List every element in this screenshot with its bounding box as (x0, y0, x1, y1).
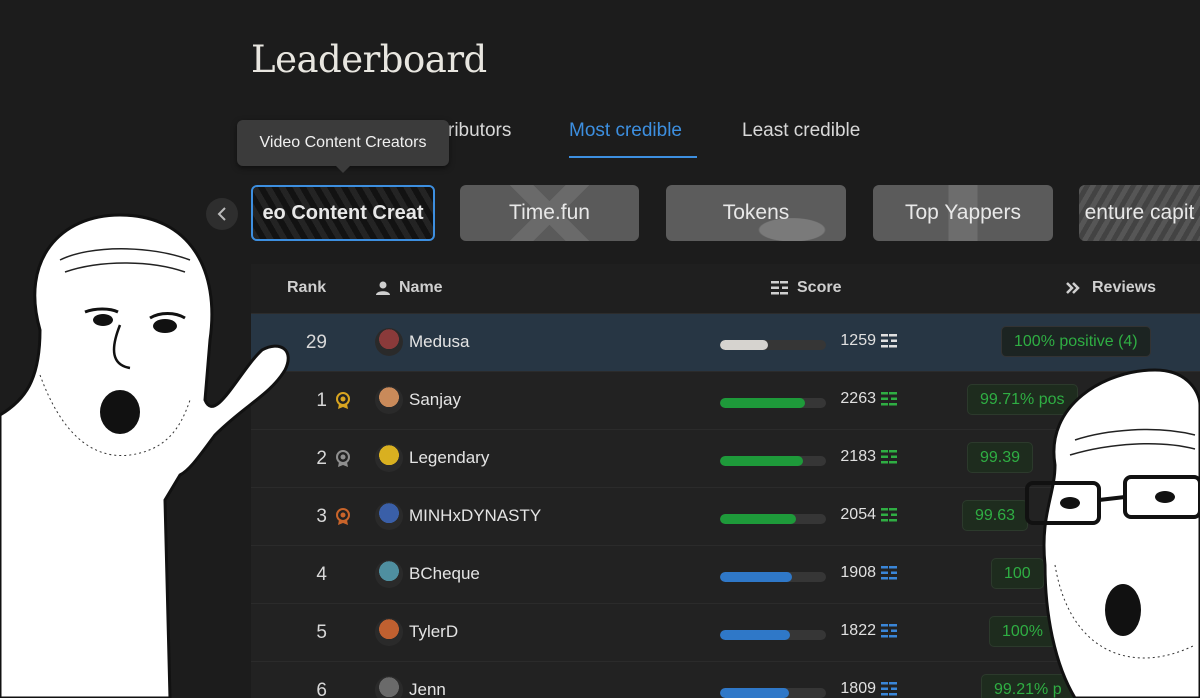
score-header-label: Score (797, 279, 842, 296)
user-name[interactable]: Jenn (409, 680, 446, 698)
tab-most-credible[interactable]: Most credible (569, 120, 682, 142)
score-bar (720, 688, 826, 698)
person-icon (376, 281, 390, 295)
avatar[interactable] (375, 618, 403, 646)
review-badge[interactable]: 99.39 (967, 442, 1034, 473)
score-icon (881, 334, 897, 348)
user-name[interactable]: Legendary (409, 448, 489, 468)
avatar[interactable] (375, 386, 403, 414)
avatar[interactable] (375, 328, 403, 356)
category-time-fun[interactable]: Time.fun (460, 185, 639, 241)
avatar[interactable] (375, 676, 403, 698)
score-bar-fill (720, 514, 797, 524)
rank-value: 6 (316, 680, 327, 698)
score-icon (881, 682, 897, 696)
score-icon (881, 392, 897, 406)
score-value: 1259 (840, 332, 876, 349)
category-label: Top Yappers (905, 201, 1021, 224)
column-name[interactable]: Name (375, 279, 443, 297)
silver-medal-icon (336, 450, 350, 467)
tab-top-contributors[interactable]: ributors (448, 120, 511, 142)
rank-value: 3 (316, 506, 327, 527)
avatar[interactable] (375, 502, 403, 530)
score-bar (720, 572, 826, 582)
user-name[interactable]: BCheque (409, 564, 480, 584)
table-row[interactable]: 1 Sanjay 2263 99.71% pos (251, 372, 1200, 430)
score-icon (771, 281, 788, 295)
review-badge[interactable]: 99.21% p (981, 674, 1075, 698)
avatar[interactable] (375, 560, 403, 588)
table-row[interactable]: 29 Medusa 1259 100% positive (4) (251, 314, 1200, 372)
review-badge[interactable]: 99.63 (962, 500, 1029, 531)
score-bar (720, 340, 826, 350)
score-bar-fill (720, 688, 789, 698)
score-icon (881, 450, 897, 464)
column-score[interactable]: Score (771, 279, 841, 297)
score-bar (720, 398, 826, 408)
review-badge[interactable]: 100% (989, 616, 1056, 647)
score-value: 2263 (840, 390, 876, 407)
score-bar-fill (720, 572, 793, 582)
review-badge[interactable]: 99.71% pos (967, 384, 1078, 415)
table-row[interactable]: 4 BCheque 1908 100 (251, 546, 1200, 604)
user-name[interactable]: TylerD (409, 622, 458, 642)
review-badge[interactable]: 100 (991, 558, 1044, 589)
active-tab-indicator (569, 156, 697, 158)
reviews-icon (1066, 282, 1080, 294)
table-row[interactable]: 3 MINHxDYNASTY 2054 99.63 (251, 488, 1200, 546)
category-label: Tokens (722, 201, 790, 224)
rank-header-label: Rank (287, 279, 327, 296)
rank-value: 29 (305, 332, 327, 353)
category-tooltip: Video Content Creators (237, 120, 449, 173)
score-bar-fill (720, 456, 803, 466)
score-bar-fill (720, 398, 805, 408)
rank-value: 5 (316, 622, 327, 643)
user-name[interactable]: Medusa (409, 332, 469, 352)
bronze-medal-icon (336, 508, 350, 525)
carousel-prev-button[interactable] (206, 198, 238, 230)
user-name[interactable]: MINHxDYNASTY (409, 506, 541, 526)
name-header-label: Name (399, 279, 443, 296)
score-bar (720, 456, 826, 466)
leaderboard-table: Rank Name Score Reviews 29 Medusa 1259 100%… (251, 264, 1200, 698)
reviews-header-label: Reviews (1092, 279, 1157, 296)
column-reviews[interactable]: Reviews (1066, 279, 1156, 297)
category-label: enture capit (1084, 201, 1195, 224)
score-bar-fill (720, 340, 768, 350)
score-value: 1809 (840, 680, 876, 697)
table-row[interactable]: 5 TylerD 1822 100% (251, 604, 1200, 662)
table-row[interactable]: 6 Jenn 1809 99.21% p (251, 662, 1200, 698)
score-bar-fill (720, 630, 790, 640)
category-venture-capital[interactable]: enture capit (1079, 185, 1200, 241)
score-icon (881, 566, 897, 580)
tab-least-credible[interactable]: Least credible (742, 120, 860, 142)
score-value: 1822 (840, 622, 876, 639)
rank-value: 1 (316, 390, 327, 411)
gold-medal-icon (336, 392, 350, 409)
review-badge[interactable]: 100% positive (4) (1001, 326, 1151, 357)
score-value: 1908 (840, 564, 876, 581)
score-icon (881, 508, 897, 522)
score-bar (720, 514, 826, 524)
rank-value: 4 (316, 564, 327, 585)
table-header: Rank Name Score Reviews (251, 264, 1200, 314)
category-top-yappers[interactable]: Top Yappers (873, 185, 1053, 241)
category-label: Time.fun (509, 201, 590, 224)
score-bar (720, 630, 826, 640)
column-rank[interactable]: Rank (287, 279, 326, 297)
rank-value: 2 (316, 448, 327, 469)
category-label: eo Content Creat (262, 201, 424, 224)
page-title: Leaderboard (251, 38, 487, 81)
category-video-content-creators[interactable]: eo Content Creat (251, 185, 435, 241)
user-name[interactable]: Sanjay (409, 390, 461, 410)
score-value: 2183 (840, 448, 876, 465)
chevron-left-icon (217, 207, 226, 221)
avatar[interactable] (375, 444, 403, 472)
score-icon (881, 624, 897, 638)
category-tokens[interactable]: Tokens (666, 185, 846, 241)
score-value: 2054 (840, 506, 876, 523)
table-row[interactable]: 2 Legendary 2183 99.39 (251, 430, 1200, 488)
